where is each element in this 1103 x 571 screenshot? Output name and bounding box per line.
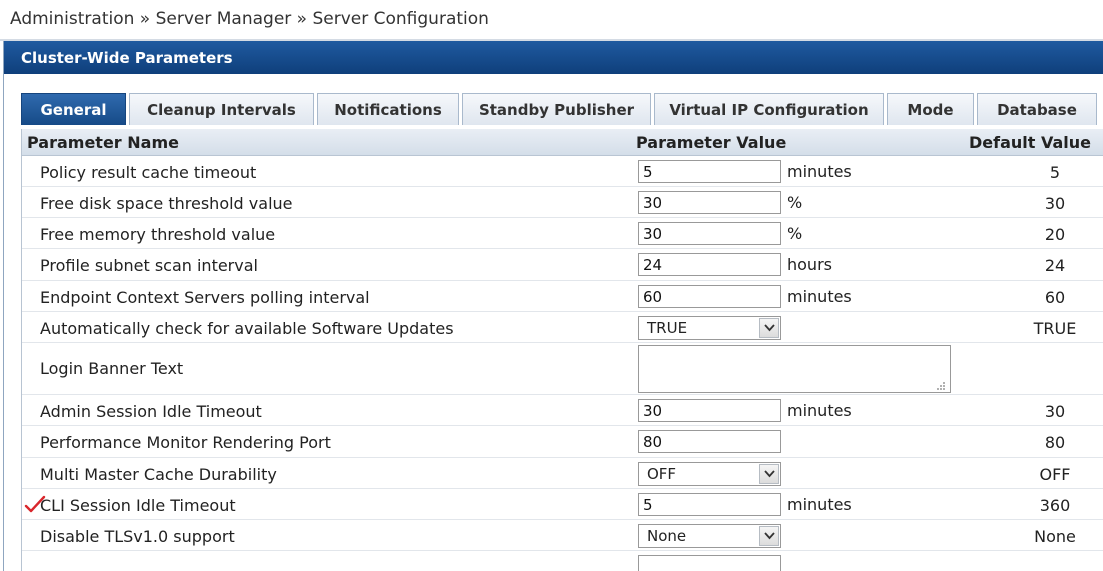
default-value: 60 — [1044, 288, 1066, 307]
tab-notifications[interactable]: Notifications — [317, 93, 459, 125]
default-value: 20 — [1044, 225, 1066, 244]
parameter-name: Performance Monitor Rendering Port — [40, 433, 331, 452]
parameter-value-select[interactable]: TRUE — [638, 316, 781, 340]
tab-virtual-ip-configuration[interactable]: Virtual IP Configuration — [654, 93, 884, 125]
table-row: Performance Monitor Rendering Port 80 — [22, 426, 1103, 458]
table-row: Disable TLSv1.0 support None None — [22, 520, 1103, 551]
parameter-name: Automatically check for available Softwa… — [40, 319, 454, 338]
parameter-unit: % — [787, 224, 803, 243]
table-row: Policy result cache timeout minutes 5 — [22, 156, 1103, 187]
header-parameter-value: Parameter Value — [636, 133, 787, 152]
parameter-unit: minutes — [787, 495, 852, 514]
table-row: Admin Session Idle Timeout minutes 30 — [22, 395, 1103, 426]
table-row: Login Banner Text — [22, 343, 1103, 395]
dropdown-button[interactable] — [759, 464, 779, 484]
parameter-value-input[interactable] — [638, 160, 781, 183]
chevron-down-icon — [764, 532, 775, 540]
panel-title: Cluster-Wide Parameters — [21, 49, 233, 67]
parameter-unit: hours — [787, 255, 832, 274]
select-value: None — [647, 527, 687, 545]
default-value: 30 — [1044, 402, 1066, 421]
parameter-value-select[interactable]: None — [638, 524, 781, 548]
parameter-name: Policy result cache timeout — [40, 163, 257, 182]
parameter-value-input[interactable] — [638, 285, 781, 308]
default-value: 80 — [1044, 433, 1066, 452]
parameter-name: Multi Master Cache Durability — [40, 465, 277, 484]
parameter-name: Disable TLSv1.0 support — [40, 527, 235, 546]
chevron-down-icon — [764, 324, 775, 332]
parameter-value-select[interactable]: OFF — [638, 462, 781, 486]
resize-grip-icon[interactable] — [936, 381, 946, 391]
parameter-value-input[interactable] — [638, 399, 781, 422]
header-default-value: Default Value — [969, 133, 1092, 152]
tab-mode[interactable]: Mode — [887, 93, 974, 125]
tab-database[interactable]: Database — [977, 93, 1097, 125]
panel-header: Cluster-Wide Parameters — [4, 41, 1103, 74]
table-row — [22, 551, 1103, 571]
table-row: Free memory threshold value % 20 — [22, 218, 1103, 249]
select-value: TRUE — [647, 319, 688, 337]
parameter-name: Admin Session Idle Timeout — [40, 402, 262, 421]
table-row: Endpoint Context Servers polling interva… — [22, 281, 1103, 312]
default-value: TRUE — [1033, 319, 1077, 338]
parameter-name: Free disk space threshold value — [40, 194, 293, 213]
default-value: 24 — [1044, 256, 1066, 275]
parameters-table: Parameter Name Parameter Value Default V… — [21, 129, 1103, 571]
default-value: None — [1034, 527, 1076, 546]
header-parameter-name: Parameter Name — [27, 133, 179, 152]
parameter-unit: minutes — [787, 287, 852, 306]
table-row: Free disk space threshold value % 30 — [22, 187, 1103, 218]
select-value: OFF — [647, 465, 677, 483]
table-row: CLI Session Idle Timeout minutes 360 — [22, 489, 1103, 520]
default-value: 5 — [1049, 163, 1061, 182]
table-row: Profile subnet scan interval hours 24 — [22, 249, 1103, 281]
default-value: 30 — [1044, 194, 1066, 213]
parameter-value-input[interactable] — [638, 493, 781, 516]
tab-cleanup-intervals[interactable]: Cleanup Intervals — [129, 93, 314, 125]
table-header: Parameter Name Parameter Value Default V… — [22, 129, 1103, 156]
dropdown-button[interactable] — [759, 526, 779, 546]
parameter-value-input[interactable] — [638, 222, 781, 245]
parameter-value-input[interactable] — [638, 191, 781, 214]
tab-bar: General Cleanup Intervals Notifications … — [4, 74, 1103, 129]
tab-standby-publisher[interactable]: Standby Publisher — [462, 93, 651, 125]
parameter-value-select[interactable] — [638, 555, 781, 571]
parameter-unit: minutes — [787, 162, 852, 181]
parameter-name: Endpoint Context Servers polling interva… — [40, 288, 370, 307]
parameter-name: Free memory threshold value — [40, 225, 276, 244]
parameter-unit: % — [787, 193, 803, 212]
default-value: 360 — [1039, 496, 1071, 515]
table-row: Automatically check for available Softwa… — [22, 312, 1103, 343]
default-value: OFF — [1039, 465, 1071, 484]
parameter-name: Login Banner Text — [40, 359, 184, 378]
parameter-value-input[interactable] — [638, 253, 781, 276]
chevron-down-icon — [764, 470, 775, 478]
login-banner-textarea[interactable] — [638, 345, 951, 393]
parameter-value-input[interactable] — [638, 430, 781, 453]
parameter-name: CLI Session Idle Timeout — [40, 496, 236, 515]
parameter-unit: minutes — [787, 401, 852, 420]
tab-general[interactable]: General — [21, 93, 126, 125]
breadcrumb: Administration » Server Manager » Server… — [10, 9, 489, 29]
parameter-name: Profile subnet scan interval — [40, 256, 258, 275]
table-row: Multi Master Cache Durability OFF OFF — [22, 458, 1103, 489]
dropdown-button[interactable] — [759, 318, 779, 338]
cluster-wide-parameters-panel: Cluster-Wide Parameters General Cleanup … — [3, 41, 1103, 571]
